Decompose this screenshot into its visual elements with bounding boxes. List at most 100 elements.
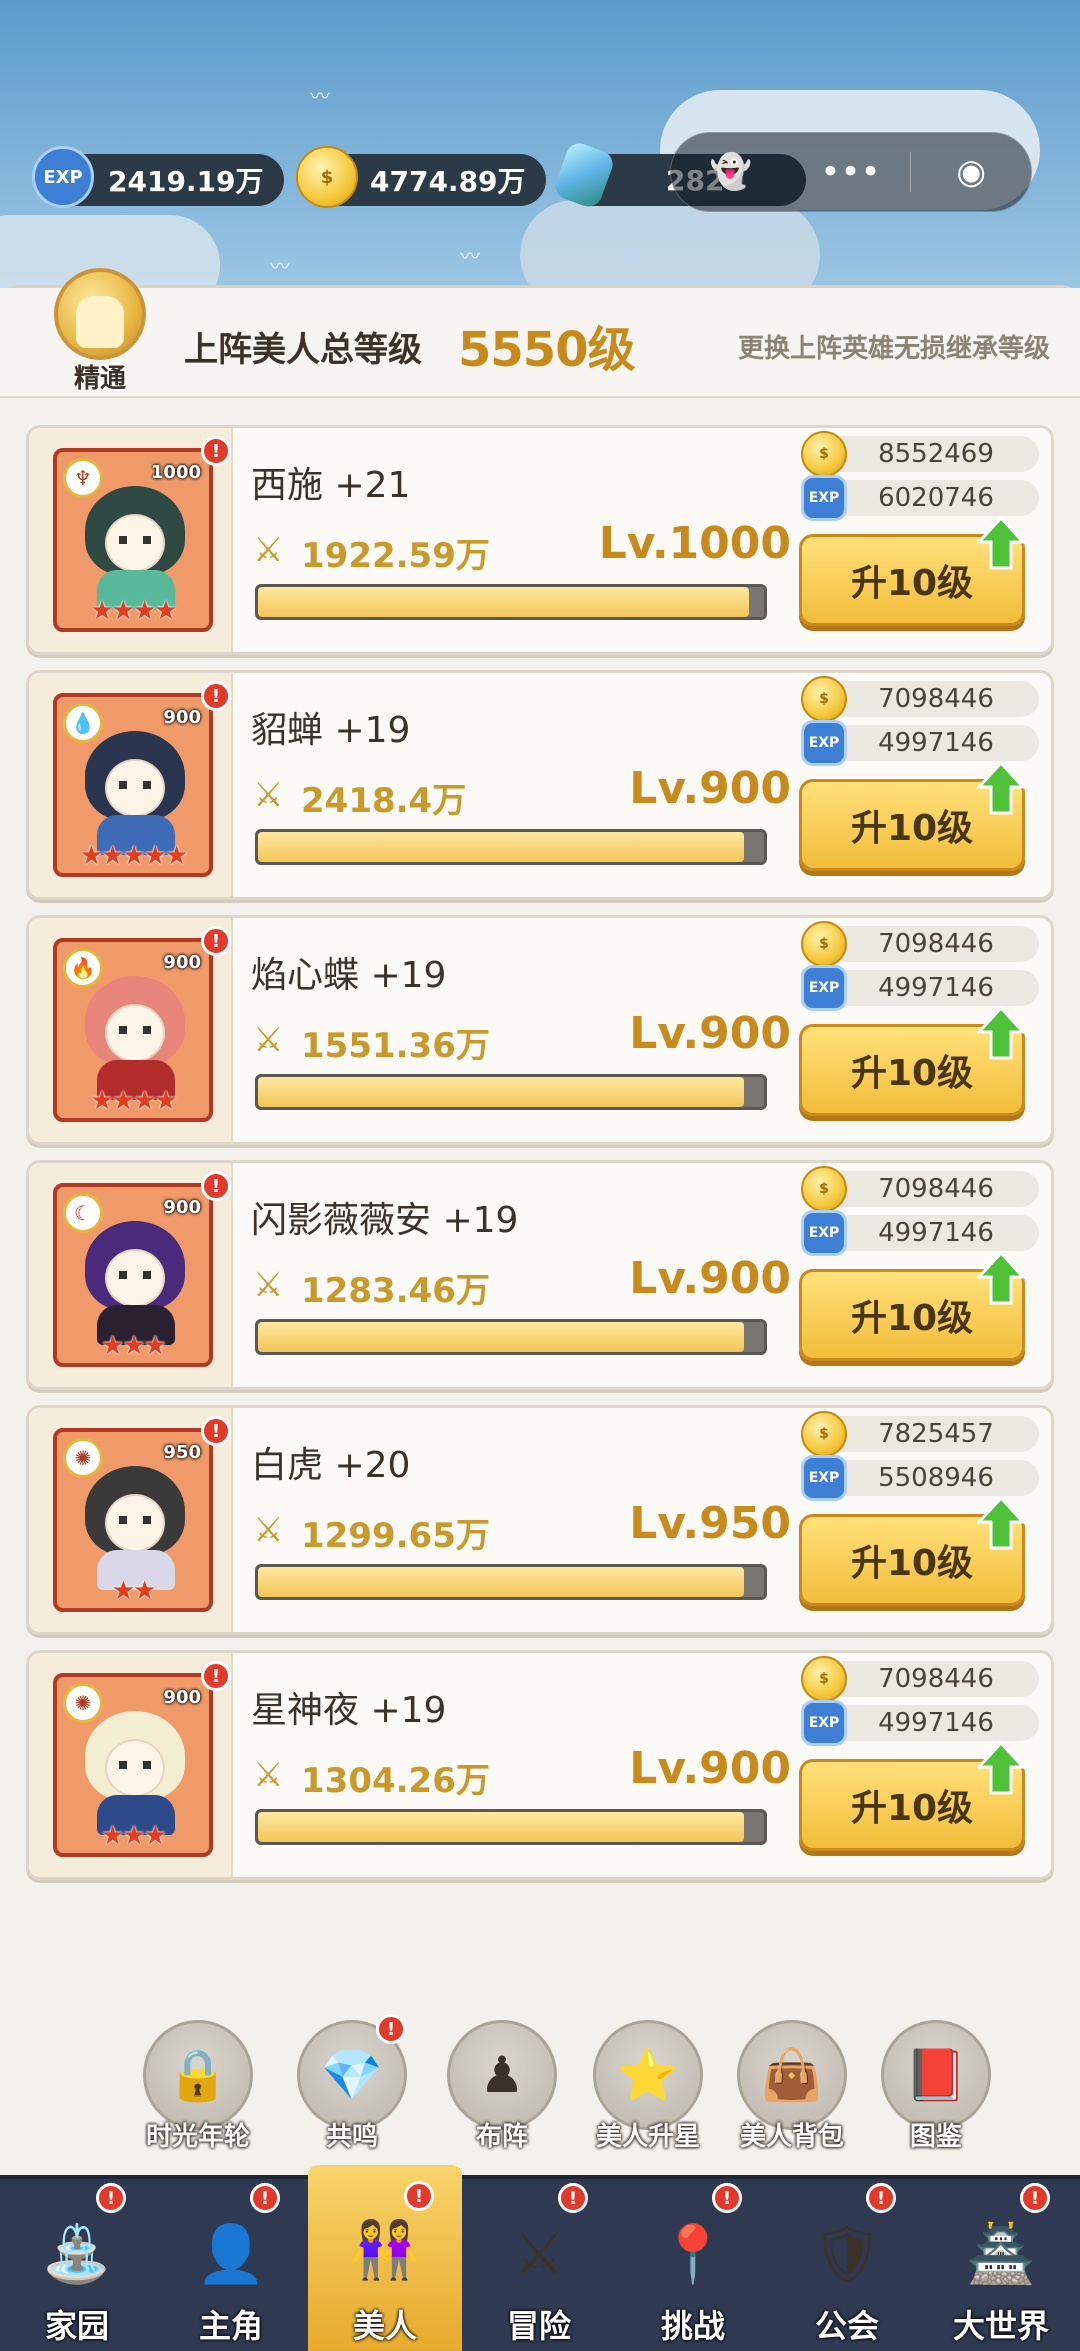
hero-level-badge: 900: [163, 952, 201, 973]
nav-tab[interactable]: 📍 挑战 !: [616, 2179, 770, 2351]
exp-icon: EXP: [32, 146, 94, 208]
close-target-icon[interactable]: ◉: [911, 152, 1031, 192]
nav-tab-label: 家园: [44, 2307, 109, 2345]
hero-eyes: [119, 1271, 151, 1279]
gold-coin-icon: $: [801, 921, 847, 967]
bird-decoration: 〰: [270, 254, 290, 278]
level-progress-bar: [255, 584, 767, 620]
gold-coin-icon: $: [801, 676, 847, 722]
exp-icon: EXP: [801, 965, 847, 1011]
level-progress-bar: [255, 1074, 767, 1110]
notification-badge: !: [558, 2183, 588, 2213]
hero-level-badge: 950: [163, 1442, 201, 1463]
hero-portrait[interactable]: ✺ 900 ★★★: [53, 1673, 213, 1857]
hero-level-badge: 900: [163, 1197, 201, 1218]
hero-power: 1551.36万: [301, 1026, 490, 1066]
guild-shield-icon: 🛡: [811, 2222, 883, 2287]
ghost-icon[interactable]: 👻: [671, 152, 791, 192]
notification-badge: !: [712, 2183, 742, 2213]
hero-power: 2418.4万: [301, 781, 467, 821]
hero-stars: ★★★★: [90, 1086, 177, 1116]
hero-stars: ★★★★: [90, 596, 177, 626]
hero-card: ✺ 950 ★★ ! 白虎 +20 ⚔ 1299.65万 Lv.950 7825…: [26, 1405, 1054, 1635]
more-menu-button[interactable]: •••: [791, 152, 911, 192]
lock-icon: 🔒: [143, 2020, 253, 2130]
nav-tab[interactable]: ⛲ 家园 !: [0, 2179, 154, 2351]
upgrade-arrow-icon: [977, 761, 1025, 815]
nav-tab[interactable]: 🛡 公会 !: [770, 2179, 924, 2351]
nav-tab[interactable]: 👤 主角 !: [154, 2179, 308, 2351]
hero-eyes: [119, 1761, 151, 1769]
hero-level: Lv.900: [629, 1253, 791, 1304]
bag-icon: 👜: [737, 2020, 847, 2130]
notification-badge: !: [404, 2181, 434, 2211]
notification-badge: !: [201, 436, 231, 466]
level-progress-fill: [258, 587, 749, 617]
hero-power: 1922.59万: [301, 536, 490, 576]
level-progress-fill: [258, 1567, 744, 1597]
hero-eyes: [119, 1026, 151, 1034]
power-icon: ⚔: [253, 1265, 284, 1305]
bottom-nav: ⛲ 家园 ! 👤 主角 ! 👭 美人 ! ⚔ 冒险 ! 📍 挑战 ! 🛡 公会 …: [0, 2165, 1080, 2351]
power-icon: ⚔: [253, 530, 284, 570]
function-lock[interactable]: 🔒 时光年轮: [140, 2020, 256, 2153]
notification-badge: !: [250, 2183, 280, 2213]
function-label: 布阵: [475, 2122, 528, 2152]
hero-portrait[interactable]: 🔥 900 ★★★★: [53, 938, 213, 1122]
function-crystal[interactable]: 💎 共鸣!: [294, 2014, 410, 2153]
hero-level: Lv.950: [629, 1498, 791, 1549]
mastery-medal[interactable]: 精通: [36, 258, 164, 398]
hero-stars: ★★★: [101, 1331, 167, 1361]
notification-badge: !: [201, 1171, 231, 1201]
total-level-value: 5550级: [458, 322, 636, 378]
power-icon: ⚔: [253, 1755, 284, 1795]
hero-portrait[interactable]: 💧 900 ★★★★★: [53, 693, 213, 877]
hero-portrait[interactable]: ☾ 900 ★★★: [53, 1183, 213, 1367]
total-level-label: 上阵美人总等级: [184, 330, 422, 370]
hero-eyes: [119, 536, 151, 544]
exp-icon: EXP: [801, 475, 847, 521]
level-progress-fill: [258, 832, 744, 862]
upgrade-arrow-icon: [977, 1006, 1025, 1060]
nav-tab[interactable]: 🏯 大世界 !: [924, 2179, 1078, 2351]
function-book[interactable]: 📕 图鉴: [878, 2020, 994, 2153]
book-icon: 📕: [881, 2020, 991, 2130]
level-progress-bar: [255, 1809, 767, 1845]
nav-tab-label: 主角: [198, 2307, 263, 2345]
hero-card: 💧 900 ★★★★★ ! 貂蝉 +19 ⚔ 2418.4万 Lv.900 70…: [26, 670, 1054, 900]
hero-name: 西施 +21: [251, 465, 411, 506]
gold-coin-icon: $: [801, 1166, 847, 1212]
medal-face: [76, 296, 124, 348]
gold-coin-icon: $: [801, 431, 847, 477]
gold-coin-icon: $: [801, 1656, 847, 1702]
hero-avatar-icon: 👤: [196, 2222, 266, 2287]
function-star[interactable]: ⭐ 美人升星: [590, 2020, 706, 2153]
cloud-decoration: [520, 200, 820, 290]
notification-badge: !: [201, 1416, 231, 1446]
hero-name: 闪影薇薇安 +19: [251, 1200, 519, 1241]
nav-tab[interactable]: 👭 美人 !: [308, 2165, 462, 2351]
notification-badge: !: [201, 926, 231, 956]
function-pawn[interactable]: ♟ 布阵: [444, 2020, 560, 2153]
nav-tab[interactable]: ⚔ 冒险 !: [462, 2179, 616, 2351]
hero-name: 焰心蝶 +19: [251, 955, 447, 996]
hero-level: Lv.900: [629, 1743, 791, 1794]
panel-header: 精通 上阵美人总等级 5550级 更换上阵英雄无损继承等级: [0, 268, 1080, 398]
exp-icon: EXP: [801, 1455, 847, 1501]
upgrade-arrow-icon: [977, 1251, 1025, 1305]
sword-shield-icon: ⚔: [513, 2221, 565, 2287]
level-progress-fill: [258, 1812, 744, 1842]
nav-tab-label: 挑战: [660, 2307, 725, 2345]
hero-card: 🔥 900 ★★★★ ! 焰心蝶 +19 ⚔ 1551.36万 Lv.900 7…: [26, 915, 1054, 1145]
function-label: 美人升星: [595, 2122, 700, 2152]
hero-portrait[interactable]: ♆ 1000 ★★★★: [53, 448, 213, 632]
hero-portrait[interactable]: ✺ 950 ★★: [53, 1428, 213, 1612]
inherit-tip: 更换上阵英雄无损继承等级: [737, 334, 1050, 364]
beauty-panel: 精通 上阵美人总等级 5550级 更换上阵英雄无损继承等级 ♆ 1000 ★★★…: [0, 268, 1080, 2175]
hero-stars: ★★★: [101, 1821, 167, 1851]
element-icon: ☾: [63, 1193, 103, 1233]
element-icon: 🔥: [63, 948, 103, 988]
level-progress-bar: [255, 829, 767, 865]
star-icon: ⭐: [593, 2020, 703, 2130]
function-bag[interactable]: 👜 美人背包: [734, 2020, 850, 2153]
